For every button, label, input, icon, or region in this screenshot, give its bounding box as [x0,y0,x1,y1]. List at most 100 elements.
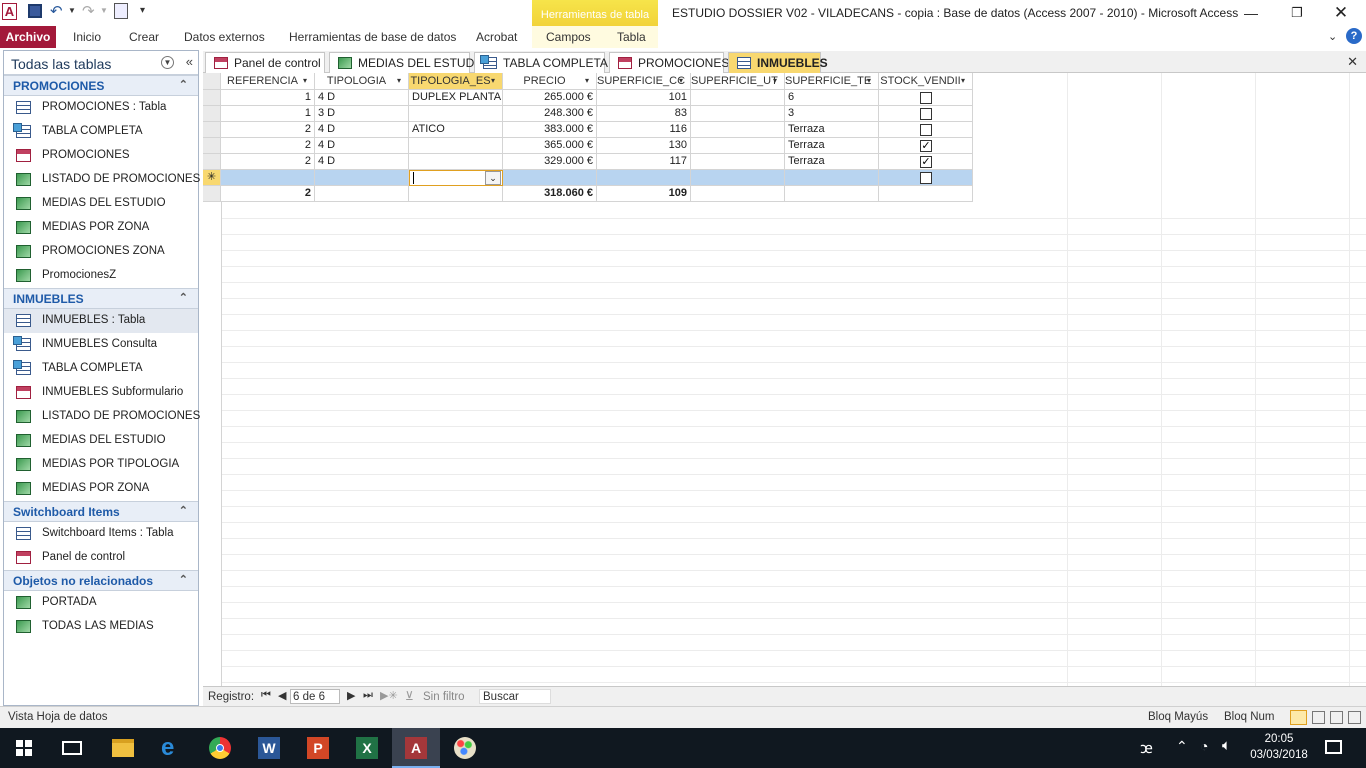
row-selector[interactable] [203,138,221,154]
tab-herramientas-bd[interactable]: Herramientas de base de datos [289,30,456,44]
row-selector[interactable] [203,106,221,122]
doc-tab[interactable]: MEDIAS DEL ESTUDIO [329,52,487,73]
table-cell[interactable]: 4 D [315,122,409,138]
table-cell[interactable]: 4 D [315,138,409,154]
nav-item[interactable]: MEDIAS DEL ESTUDIO [4,429,198,453]
redo-dropdown-icon[interactable]: ▼ [100,6,108,15]
new-row-cell[interactable] [691,170,785,186]
customize-qat-icon[interactable]: ▾ [140,5,145,16]
combo-dropdown-button[interactable]: ⌄ [485,171,501,185]
nav-group-header[interactable]: Objetos no relacionados ⌃ [4,570,198,591]
spelling-icon[interactable] [114,3,128,19]
nav-group-header[interactable]: Switchboard Items ⌃ [4,501,198,522]
column-dropdown-icon[interactable]: ▾ [303,76,307,85]
minimize-button[interactable]: — [1236,0,1266,26]
access-logo-icon[interactable]: A [2,3,17,20]
collapse-group-icon[interactable]: ⌃ [179,291,188,304]
first-record-icon[interactable]: ⏮ [261,689,271,702]
tab-tabla[interactable]: Tabla [617,30,646,44]
checkbox[interactable] [920,108,932,120]
filter-status[interactable]: Sin filtro [423,691,465,703]
table-cell[interactable]: 4 D [315,154,409,170]
nav-item[interactable]: MEDIAS POR ZONA [4,216,198,240]
collapse-group-icon[interactable]: ⌃ [179,504,188,517]
design-view-icon[interactable] [1348,711,1361,724]
clock-date[interactable]: 03/03/2018 [1248,749,1310,761]
doc-tab[interactable]: INMUEBLES [728,52,828,73]
people-icon[interactable]: ꭢ [1140,738,1153,758]
paint-icon[interactable] [454,737,476,759]
table-cell[interactable] [691,106,785,122]
table-cell[interactable] [409,138,503,154]
undo-icon[interactable]: ↶ [50,2,63,20]
table-cell[interactable]: 4 D [315,90,409,106]
ribbon-collapse-icon[interactable]: ⌄ [1328,30,1337,43]
nav-item[interactable]: MEDIAS DEL ESTUDIO [4,192,198,216]
nav-item[interactable]: TABLA COMPLETA [4,357,198,381]
show-hidden-icons[interactable]: ⌃ [1176,738,1188,755]
column-header[interactable]: SUPERFICIE_UT [691,73,785,90]
new-row-selector[interactable]: ✳ [203,170,221,186]
nav-menu-dropdown-icon[interactable]: ▼ [161,56,174,69]
table-cell[interactable]: 3 [785,106,879,122]
filter-icon[interactable]: ⊻ [405,689,414,703]
prev-record-icon[interactable]: ◀ [278,689,286,702]
new-row-cell[interactable] [785,170,879,186]
doc-tab[interactable]: Panel de control [205,52,325,73]
checkbox[interactable] [920,92,932,104]
new-row-cell[interactable] [597,170,691,186]
table-cell[interactable]: 2 [221,138,315,154]
column-header[interactable]: TIPOLOGIA [315,73,409,90]
nav-item[interactable]: LISTADO DE PROMOCIONES [4,405,200,429]
tab-inicio[interactable]: Inicio [73,30,101,44]
tab-campos[interactable]: Campos [546,30,591,44]
nav-header[interactable]: Todas las tablas ▼ « [4,51,198,75]
redo-icon[interactable]: ↷ [82,2,95,20]
save-icon[interactable] [28,4,42,18]
nav-item[interactable]: TODAS LAS MEDIAS [4,615,198,639]
file-explorer-icon[interactable] [112,739,134,757]
column-header[interactable]: PRECIO [503,73,597,90]
table-cell[interactable]: Terraza [785,122,879,138]
new-row-cell[interactable] [221,170,315,186]
notifications-icon[interactable] [1325,740,1342,754]
column-dropdown-icon[interactable]: ▾ [867,76,871,85]
column-dropdown-icon[interactable]: ▾ [961,76,965,85]
table-cell[interactable]: 1 [221,90,315,106]
table-cell[interactable]: 6 [785,90,879,106]
record-position-field[interactable]: 6 de 6 [290,689,340,704]
table-cell[interactable]: 329.000 € [503,154,597,170]
excel-icon[interactable]: X [356,737,378,759]
column-dropdown-icon[interactable]: ▾ [585,76,589,85]
restore-button[interactable]: ❐ [1282,0,1312,26]
close-window-button[interactable]: ✕ [1326,0,1356,26]
checkbox[interactable]: ✓ [920,140,932,152]
table-cell[interactable] [691,90,785,106]
clock-time[interactable]: 20:05 [1248,733,1310,745]
nav-item[interactable]: INMUEBLES Consulta [4,333,198,357]
nav-item[interactable]: PromocionesZ [4,264,198,288]
new-row-cell[interactable] [503,170,597,186]
nav-item[interactable]: INMUEBLES Subformulario [4,381,198,405]
checkbox[interactable]: ✓ [920,156,932,168]
table-cell[interactable] [691,122,785,138]
nav-group-header[interactable]: INMUEBLES ⌃ [4,288,198,309]
nav-collapse-icon[interactable]: « [186,54,193,69]
nav-group-header[interactable]: PROMOCIONES ⌃ [4,75,198,96]
tab-acrobat[interactable]: Acrobat [476,30,517,44]
nav-item[interactable]: MEDIAS POR ZONA [4,477,198,501]
nav-item[interactable]: TABLA COMPLETA [4,120,198,144]
select-all-corner[interactable] [203,73,221,90]
tab-crear[interactable]: Crear [129,30,159,44]
row-selector[interactable] [203,122,221,138]
column-header[interactable]: SUPERFICIE_CC [597,73,691,90]
new-record-icon[interactable]: ▶✳ [380,689,398,702]
undo-dropdown-icon[interactable]: ▼ [68,6,76,15]
table-cell[interactable]: 116 [597,122,691,138]
task-view-icon[interactable] [62,741,82,755]
pivottable-view-icon[interactable] [1312,711,1325,724]
column-header[interactable]: REFERENCIA [221,73,315,90]
nav-item[interactable]: PORTADA [4,591,198,615]
nav-item[interactable]: Panel de control [4,546,198,570]
next-record-icon[interactable]: ▶ [347,689,355,702]
